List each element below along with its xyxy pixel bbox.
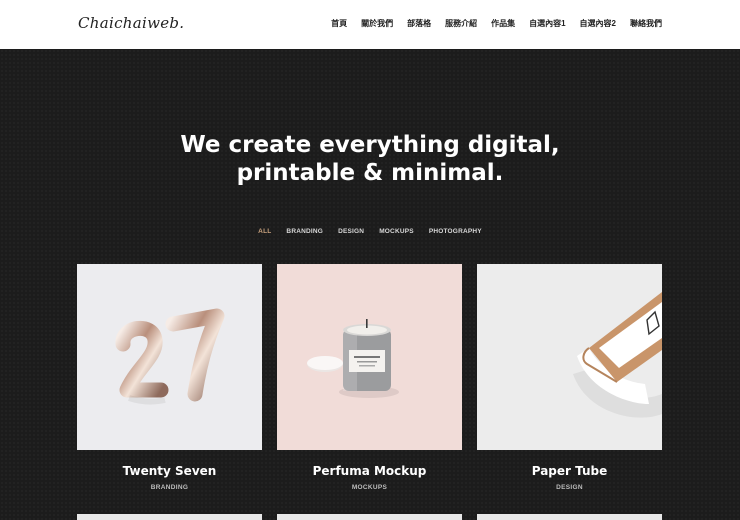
balloon-27-image[interactable] (77, 264, 262, 450)
nav-item-custom-2[interactable]: 自選內容2 (580, 18, 616, 29)
card-title[interactable]: Paper Tube (477, 464, 662, 478)
card-title[interactable]: Perfuma Mockup (277, 464, 462, 478)
headline-line-2: printable & minimal. (236, 160, 504, 186)
filter-branding[interactable]: BRANDING (279, 228, 331, 235)
portfolio-card-peek (477, 514, 662, 520)
portfolio-section: We create everything digital, printable … (0, 49, 740, 520)
nav-item-custom-1[interactable]: 自選內容1 (529, 18, 565, 29)
site-header: Chaichaiweb. 首頁 關於我們 部落格 服務介紹 作品集 自選內容1 … (0, 0, 740, 49)
portfolio-card[interactable]: Perfuma Mockup MOCKUPS (277, 264, 462, 491)
candle-jar-image[interactable] (277, 264, 462, 450)
filter-all[interactable]: ALL (251, 228, 279, 235)
hero-headline: We create everything digital, printable … (0, 131, 740, 187)
nav-item-services[interactable]: 服務介紹 (445, 18, 477, 29)
main-nav: 首頁 關於我們 部落格 服務介紹 作品集 自選內容1 自選內容2 聯絡我們 (331, 18, 662, 29)
filter-mockups[interactable]: MOCKUPS (372, 228, 422, 235)
card-category: DESIGN (556, 484, 583, 491)
card-category: BRANDING (150, 484, 189, 491)
portfolio-card-peek (77, 514, 262, 520)
card-category: MOCKUPS (351, 484, 388, 491)
portfolio-card[interactable]: Paper Tube DESIGN (477, 264, 662, 491)
card-title[interactable]: Twenty Seven (77, 464, 262, 478)
paper-tube-image[interactable] (477, 264, 662, 450)
site-logo[interactable]: Chaichaiweb. (78, 14, 184, 32)
headline-line-1: We create everything digital, (180, 132, 560, 158)
filter-photography[interactable]: PHOTOGRAPHY (421, 228, 489, 235)
nav-item-contact[interactable]: 聯絡我們 (630, 18, 662, 29)
filter-design[interactable]: DESIGN (331, 228, 372, 235)
portfolio-filters: ALL BRANDING DESIGN MOCKUPS PHOTOGRAPHY (0, 228, 740, 235)
nav-item-about[interactable]: 關於我們 (361, 18, 393, 29)
nav-item-blog[interactable]: 部落格 (407, 18, 431, 29)
nav-item-home[interactable]: 首頁 (331, 18, 347, 29)
portfolio-card-peek (277, 514, 462, 520)
nav-item-portfolio[interactable]: 作品集 (491, 18, 515, 29)
portfolio-card[interactable]: Twenty Seven BRANDING (77, 264, 262, 491)
